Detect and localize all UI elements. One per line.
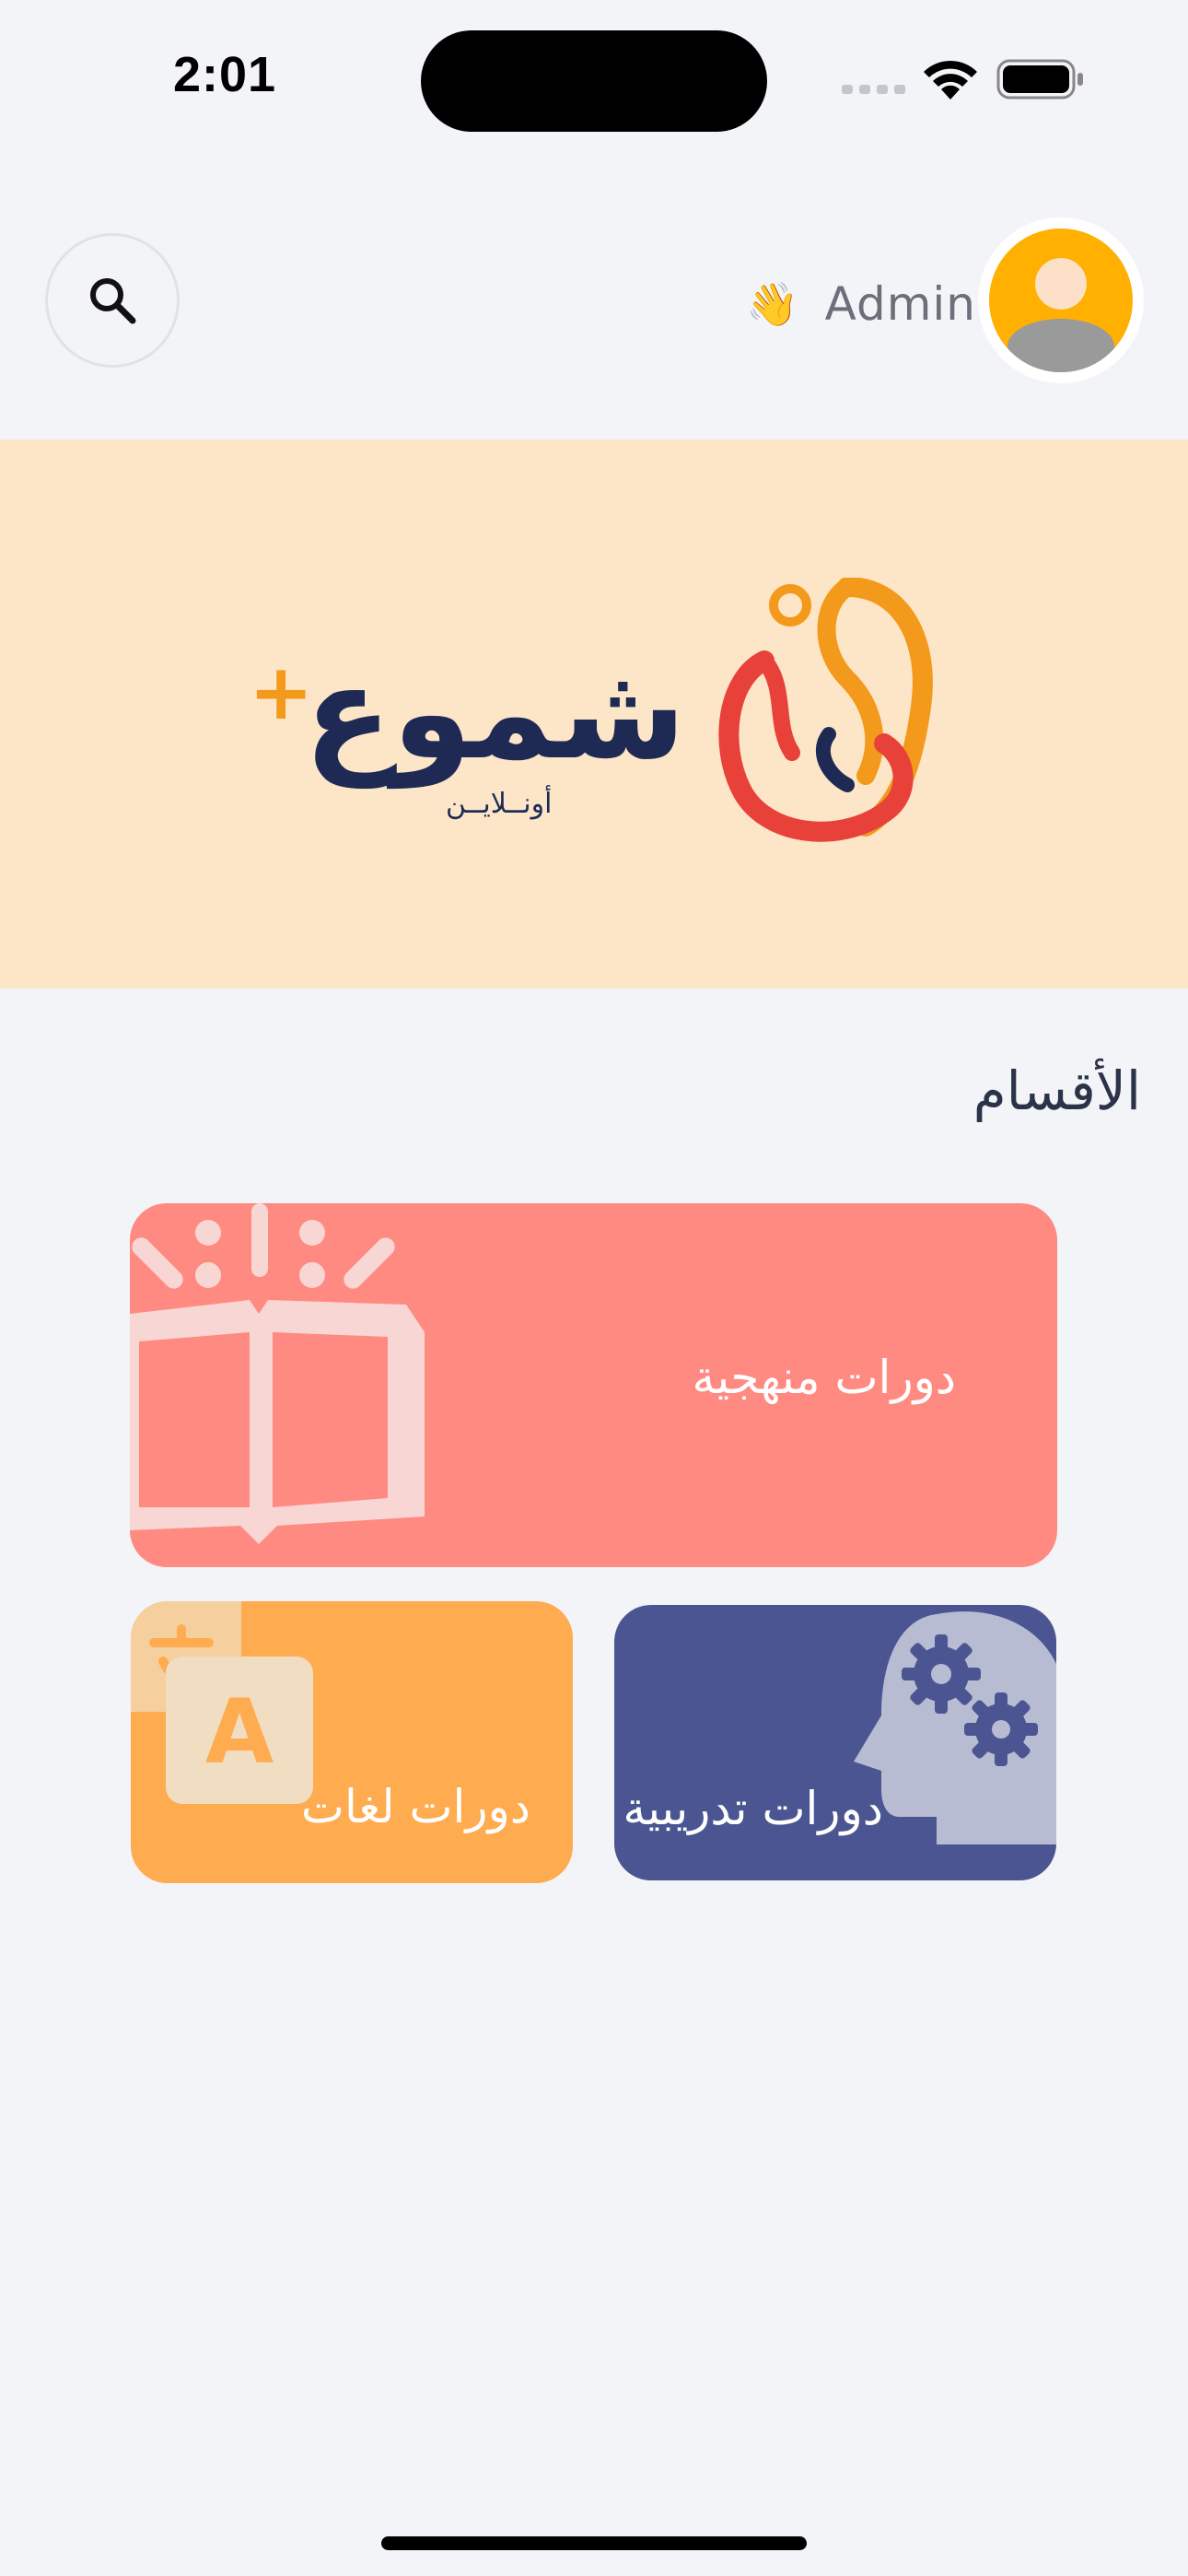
category-label-training: دورات تدريبية — [623, 1782, 883, 1835]
head-gears-icon — [854, 1611, 1056, 1844]
waving-hand-icon: 👋 — [746, 279, 799, 329]
greeting: 👋 Admin — [746, 272, 976, 336]
book-icon — [130, 1203, 425, 1544]
cellular-signal-icon — [842, 85, 905, 94]
category-label-curriculum: دورات منهجية — [692, 1351, 957, 1404]
home-screen: 2:01 👋 Admin + شموع أونــلايــن الأقسام … — [0, 0, 1188, 2576]
dynamic-island — [421, 30, 767, 132]
brand-subtitle: أونــلايــن — [446, 788, 553, 820]
user-name: Admin — [824, 277, 976, 331]
status-time: 2:01 — [173, 47, 277, 102]
hero-banner: + شموع أونــلايــن — [0, 439, 1188, 989]
brand-name: شموع — [304, 638, 686, 789]
svg-text:A: A — [205, 1680, 274, 1784]
category-card-training[interactable]: دورات تدريبية — [614, 1605, 1056, 1880]
category-card-curriculum[interactable]: دورات منهجية — [130, 1203, 1057, 1567]
translate-icon: A — [131, 1601, 313, 1804]
wifi-icon — [924, 60, 977, 100]
search-button[interactable] — [45, 233, 180, 368]
sections-title: الأقسام — [973, 1060, 1141, 1122]
brand-logo: + شموع أونــلايــن — [249, 578, 949, 872]
user-avatar-icon — [989, 228, 1133, 372]
category-label-languages: دورات لغات — [300, 1780, 530, 1833]
profile-avatar-button[interactable] — [978, 217, 1144, 383]
home-indicator[interactable] — [381, 2536, 807, 2550]
search-icon — [90, 278, 136, 324]
candle-flame-logo-icon — [718, 578, 933, 842]
battery-icon — [996, 59, 1083, 100]
category-card-languages[interactable]: A دورات لغات — [131, 1601, 573, 1883]
